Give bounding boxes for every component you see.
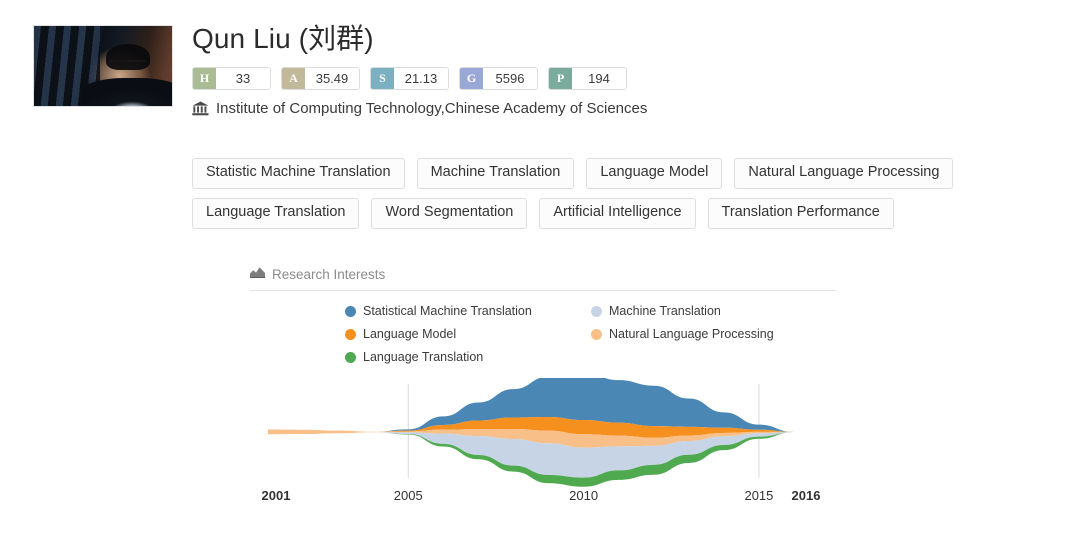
- avatar-photo: [34, 26, 172, 106]
- stream-graph-canvas: 2001 2005 2010 2015 2016: [262, 378, 821, 503]
- legend-item-nlp[interactable]: Natural Language Processing: [591, 327, 815, 341]
- keyword-tag[interactable]: Artificial Intelligence: [539, 197, 696, 229]
- section-header: Research Interests: [250, 265, 836, 290]
- keyword-tag[interactable]: Word Segmentation: [371, 197, 528, 229]
- legend-item-smt[interactable]: Statistical Machine Translation: [345, 304, 591, 318]
- metrics-bar: H 33 A 35.49 S 21.13 G 5596 P 194: [192, 67, 627, 90]
- metric-s-index[interactable]: S 21.13: [370, 67, 449, 90]
- legend-label: Statistical Machine Translation: [363, 304, 532, 318]
- metric-key-h: H: [193, 68, 216, 89]
- metric-a-index[interactable]: A 35.49: [281, 67, 360, 90]
- legend-dot-icon: [345, 328, 356, 340]
- legend-label: Language Translation: [363, 350, 484, 364]
- metric-key-a: A: [282, 68, 305, 89]
- chart-legend: Statistical Machine Translation Machine …: [345, 304, 815, 364]
- metric-value-s: 21.13: [394, 68, 448, 89]
- avatar[interactable]: [33, 25, 173, 107]
- legend-label: Language Model: [363, 327, 457, 341]
- section-title: Research Interests: [272, 266, 386, 282]
- legend-item-lt[interactable]: Language Translation: [345, 350, 591, 364]
- metric-citations[interactable]: G 5596: [459, 67, 538, 90]
- legend-item-mt[interactable]: Machine Translation: [591, 304, 815, 318]
- avatar-glasses: [109, 59, 146, 69]
- area-chart-icon: [250, 265, 265, 283]
- research-interests-section: Research Interests Statistical Machine T…: [250, 265, 836, 364]
- keyword-tag[interactable]: Translation Performance: [707, 197, 894, 229]
- section-divider: [250, 290, 836, 291]
- metric-key-s: S: [371, 68, 394, 89]
- metric-publications[interactable]: P 194: [548, 67, 627, 90]
- legend-label: Machine Translation: [609, 304, 721, 318]
- keyword-tag[interactable]: Statistic Machine Translation: [192, 158, 405, 189]
- bank-icon: [192, 101, 209, 116]
- x-axis-tick-label: 2016: [792, 488, 821, 503]
- metric-h-index[interactable]: H 33: [192, 67, 271, 90]
- x-axis-tick-label: 2010: [569, 488, 598, 503]
- metric-value-p: 194: [572, 68, 626, 89]
- x-axis-tick-label: 2005: [394, 488, 423, 503]
- keyword-tag[interactable]: Language Model: [586, 158, 723, 189]
- legend-dot-icon: [345, 305, 356, 317]
- metric-value-g: 5596: [483, 68, 537, 89]
- keyword-tag[interactable]: Machine Translation: [416, 158, 575, 189]
- legend-dot-icon: [591, 328, 602, 340]
- keyword-tag-list: Statistic Machine Translation Machine Tr…: [192, 158, 1052, 229]
- x-axis-tick-label: 2001: [262, 488, 291, 503]
- page-title: Qun Liu (刘群): [192, 23, 374, 54]
- legend-dot-icon: [345, 351, 356, 363]
- metric-key-p: P: [549, 68, 572, 89]
- affiliation: Institute of Computing Technology,Chines…: [192, 100, 647, 117]
- legend-label: Natural Language Processing: [609, 327, 774, 341]
- keyword-tag[interactable]: Language Translation: [192, 197, 360, 229]
- stream-graph[interactable]: 2001 2005 2010 2015 2016: [250, 378, 836, 513]
- metric-value-a: 35.49: [305, 68, 359, 89]
- legend-item-lm[interactable]: Language Model: [345, 327, 591, 341]
- metric-key-g: G: [460, 68, 483, 89]
- x-axis-tick-label: 2015: [744, 488, 773, 503]
- affiliation-text: Institute of Computing Technology,Chines…: [216, 100, 648, 117]
- keyword-tag[interactable]: Natural Language Processing: [734, 158, 954, 189]
- metric-value-h: 33: [216, 68, 270, 89]
- legend-dot-icon: [591, 305, 602, 317]
